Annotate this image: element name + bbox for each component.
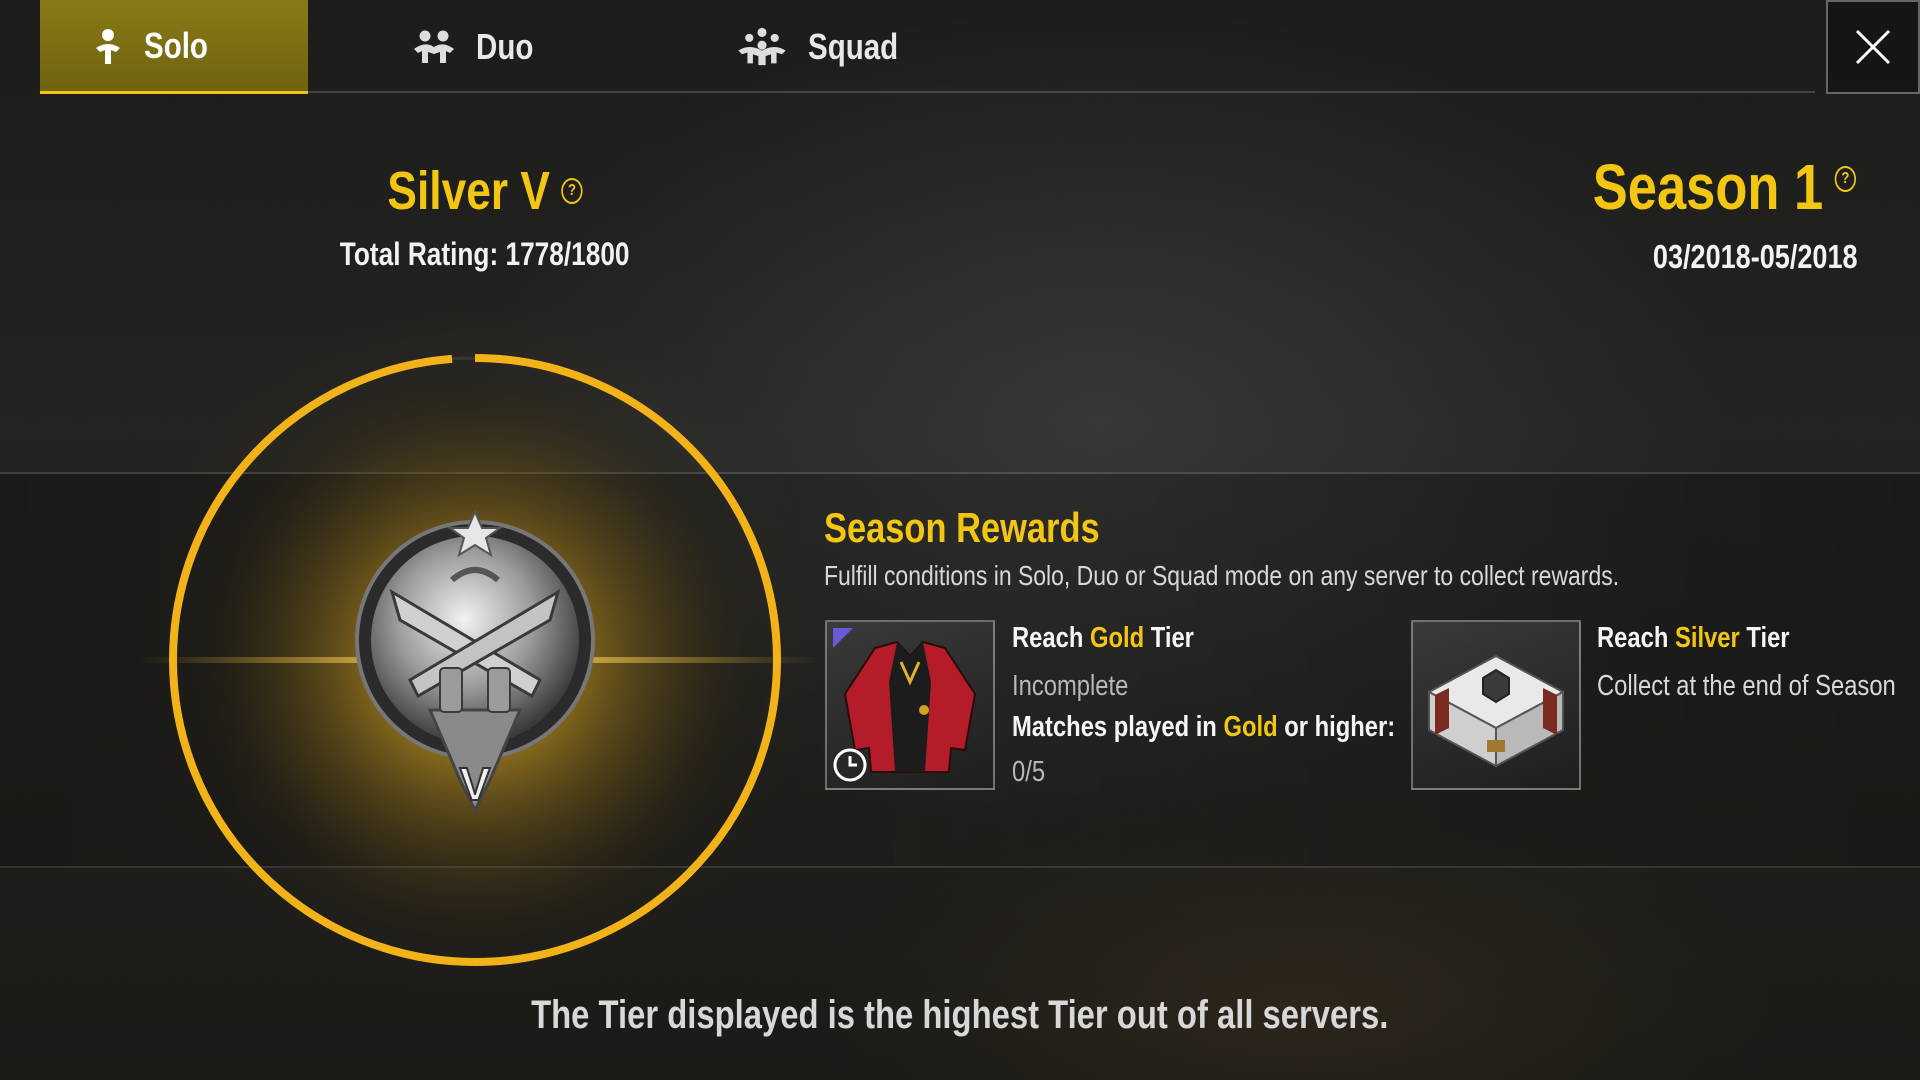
tab-squad[interactable]: Squad (732, 0, 918, 94)
reward-silver-status: Collect at the end of Season (1597, 672, 1920, 701)
crate-icon (1426, 654, 1566, 768)
reward-gold-condition-prefix: Matches played in (1012, 711, 1224, 743)
rewards-title-text: Season Rewards (824, 504, 1100, 551)
rewards-description-text: Fulfill conditions in Solo, Duo or Squad… (824, 560, 1620, 591)
rewards-description: Fulfill conditions in Solo, Duo or Squad… (824, 560, 1794, 592)
season-dates-text: 03/2018-05/2018 (1653, 238, 1858, 275)
reward-gold-status-text: Incomplete (1012, 670, 1129, 702)
reward-gold-title-prefix: Reach (1012, 622, 1090, 654)
close-button[interactable] (1826, 0, 1920, 94)
rewards-title: Season Rewards (824, 504, 1160, 552)
tab-solo[interactable]: Solo (40, 0, 308, 94)
clock-icon (833, 748, 867, 782)
reward-gold-condition-highlight: Gold (1223, 711, 1278, 743)
badge-numeral: V (460, 758, 491, 810)
reward-silver-title-prefix: Reach (1597, 622, 1675, 654)
tier-help-icon[interactable]: ? (561, 178, 583, 204)
tab-solo-label: Solo (144, 24, 208, 66)
tab-duo-label: Duo (476, 26, 534, 67)
reward-gold-condition: Matches played in Gold or higher: (1012, 713, 1479, 742)
reward-silver-title-highlight: Silver (1674, 622, 1740, 654)
reward-gold-title: Reach Gold Tier (1012, 624, 1234, 653)
reward-gold-title-suffix: Tier (1144, 622, 1194, 654)
tab-duo[interactable]: Duo (408, 0, 546, 94)
season-title: Season 1? (1535, 150, 1856, 224)
solo-icon (96, 28, 120, 64)
mode-tab-bar: Solo Duo Squad (0, 0, 1920, 94)
total-rating: Total Rating: 1778/1800 (300, 236, 670, 273)
reward-gold-condition-suffix: or higher: (1277, 711, 1396, 743)
reward-gold-thumbnail[interactable] (825, 620, 995, 790)
tier-footnote: The Tier displayed is the highest Tier o… (0, 993, 1920, 1038)
reward-gold-title-highlight: Gold (1089, 622, 1145, 654)
tab-squad-label: Squad (808, 26, 899, 67)
reward-silver-title: Reach Silver Tier (1597, 624, 1832, 653)
tier-name: Silver V? (340, 160, 630, 222)
reward-gold-progress: 0/5 (1012, 758, 1052, 787)
tier-name-text: Silver V (387, 161, 550, 221)
tier-footnote-text: The Tier displayed is the highest Tier o… (531, 993, 1389, 1037)
duo-icon (414, 30, 454, 63)
reward-gold-progress-text: 0/5 (1012, 756, 1046, 788)
reward-silver-status-text: Collect at the end of Season (1597, 670, 1896, 702)
season-dates: 03/2018-05/2018 (1608, 238, 1858, 276)
squad-icon (738, 27, 786, 66)
season-title-text: Season 1 (1592, 151, 1824, 223)
season-help-icon[interactable]: ? (1834, 166, 1856, 192)
total-rating-text: Total Rating: 1778/1800 (340, 236, 630, 272)
tier-progress-ring: V (140, 354, 820, 966)
reward-gold-status: Incomplete (1012, 672, 1154, 701)
reward-silver-title-suffix: Tier (1739, 622, 1790, 654)
reward-silver-thumbnail[interactable] (1411, 620, 1581, 790)
close-icon (1855, 29, 1891, 65)
